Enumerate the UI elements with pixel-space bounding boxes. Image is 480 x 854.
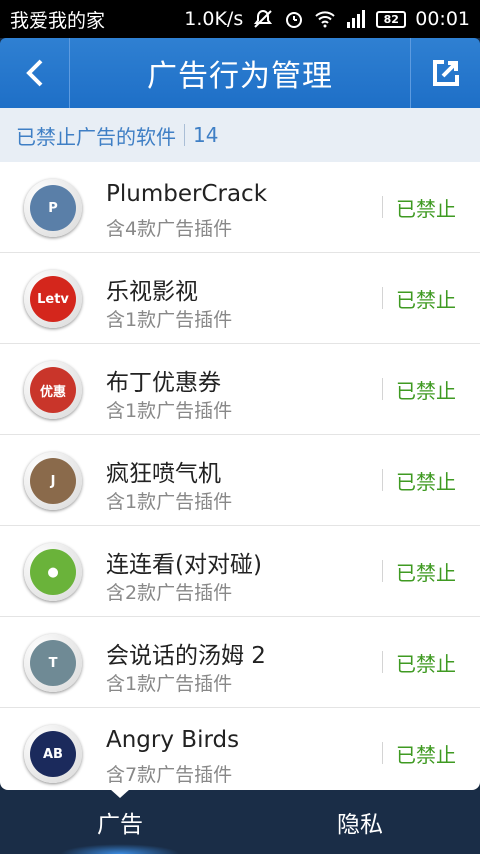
ad-plugin-count: 含4款广告插件 — [106, 218, 233, 240]
status-bar: 我爱我的家 1.0K/s 82 00:01 — [0, 0, 480, 38]
clock: 00:01 — [415, 8, 470, 30]
ad-plugin-count: 含7款广告插件 — [106, 764, 233, 786]
blocked-status[interactable]: 已禁止 — [396, 193, 456, 222]
tab-label: 广告 — [97, 812, 143, 838]
blocked-status[interactable]: 已禁止 — [396, 557, 456, 586]
ad-plugin-count: 含1款广告插件 — [106, 673, 233, 695]
row-divider — [382, 287, 383, 309]
section-header: 已禁止广告的软件 14 — [0, 108, 480, 162]
app-icon-frame: T — [24, 634, 82, 692]
talking-tom-app-icon: T — [30, 640, 76, 686]
app-name: 乐视影视 — [106, 279, 198, 305]
section-title: 已禁止广告的软件 — [16, 124, 176, 149]
network-speed: 1.0K/s — [184, 8, 244, 30]
blocked-status[interactable]: 已禁止 — [396, 739, 456, 768]
tab-label: 隐私 — [337, 812, 383, 838]
list-item[interactable]: Letv 乐视影视 含1款广告插件 已禁止 — [0, 253, 480, 344]
tab-privacy[interactable]: 隐私 — [240, 790, 480, 854]
export-button[interactable] — [410, 38, 480, 108]
list-item[interactable]: P PlumberCrack 含4款广告插件 已禁止 — [0, 162, 480, 253]
list-item[interactable]: ● 连连看(对对碰) 含2款广告插件 已禁止 — [0, 526, 480, 617]
ad-plugin-count: 含2款广告插件 — [106, 582, 233, 604]
app-name: 布丁优惠券 — [106, 370, 221, 396]
row-divider — [382, 196, 383, 218]
row-divider — [382, 742, 383, 764]
wifi-icon — [314, 8, 336, 30]
app-header: 广告行为管理 — [0, 38, 480, 108]
tab-ads[interactable]: 广告 — [0, 789, 240, 854]
row-divider — [382, 560, 383, 582]
ad-plugin-count: 含1款广告插件 — [106, 309, 233, 331]
list-item[interactable]: AB Angry Birds 含7款广告插件 已禁止 — [0, 708, 480, 790]
battery-icon: 82 — [376, 10, 407, 28]
blocked-count: 14 — [193, 123, 219, 147]
list-item[interactable]: T 会说话的汤姆 2 含1款广告插件 已禁止 — [0, 617, 480, 708]
ad-plugin-count: 含1款广告插件 — [106, 400, 233, 422]
app-icon-frame: ● — [24, 543, 82, 601]
blocked-app-list: P PlumberCrack 含4款广告插件 已禁止 Letv 乐视影视 含1款… — [0, 162, 480, 790]
app-name: 疯狂喷气机 — [106, 461, 221, 487]
buding-app-icon: 优惠 — [30, 367, 76, 413]
app-icon-frame: 优惠 — [24, 361, 82, 419]
letv-app-icon: Letv — [30, 276, 76, 322]
carrier-name: 我爱我的家 — [10, 9, 106, 32]
jetpack-app-icon: J — [30, 458, 76, 504]
blocked-status[interactable]: 已禁止 — [396, 466, 456, 495]
back-arrow-icon — [25, 59, 42, 87]
app-icon-frame: Letv — [24, 270, 82, 328]
blocked-status[interactable]: 已禁止 — [396, 375, 456, 404]
list-item[interactable]: J 疯狂喷气机 含1款广告插件 已禁止 — [0, 435, 480, 526]
app-icon-frame: P — [24, 179, 82, 237]
page-title: 广告行为管理 — [147, 59, 333, 94]
row-divider — [382, 651, 383, 673]
ad-plugin-count: 含1款广告插件 — [106, 491, 233, 513]
mute-icon — [252, 8, 274, 30]
plumbercrack-app-icon: P — [30, 185, 76, 231]
app-name: PlumberCrack — [106, 181, 268, 207]
row-divider — [382, 378, 383, 400]
alarm-icon — [283, 8, 305, 30]
list-item[interactable]: 优惠 布丁优惠券 含1款广告插件 已禁止 — [0, 344, 480, 435]
app-name: 会说话的汤姆 2 — [106, 643, 266, 669]
fruit-match-app-icon: ● — [30, 549, 76, 595]
active-tab-indicator — [110, 789, 130, 798]
section-divider — [184, 124, 185, 146]
blocked-status[interactable]: 已禁止 — [396, 648, 456, 677]
blocked-status[interactable]: 已禁止 — [396, 284, 456, 313]
bottom-tab-bar: 广告 隐私 — [0, 789, 480, 854]
export-icon — [432, 60, 459, 86]
back-button[interactable] — [0, 38, 70, 108]
angry-birds-app-icon: AB — [30, 731, 76, 777]
app-name: Angry Birds — [106, 727, 240, 753]
app-name: 连连看(对对碰) — [106, 552, 262, 578]
row-divider — [382, 469, 383, 491]
signal-icon — [345, 8, 367, 30]
app-icon-frame: J — [24, 452, 82, 510]
app-icon-frame: AB — [24, 725, 82, 783]
